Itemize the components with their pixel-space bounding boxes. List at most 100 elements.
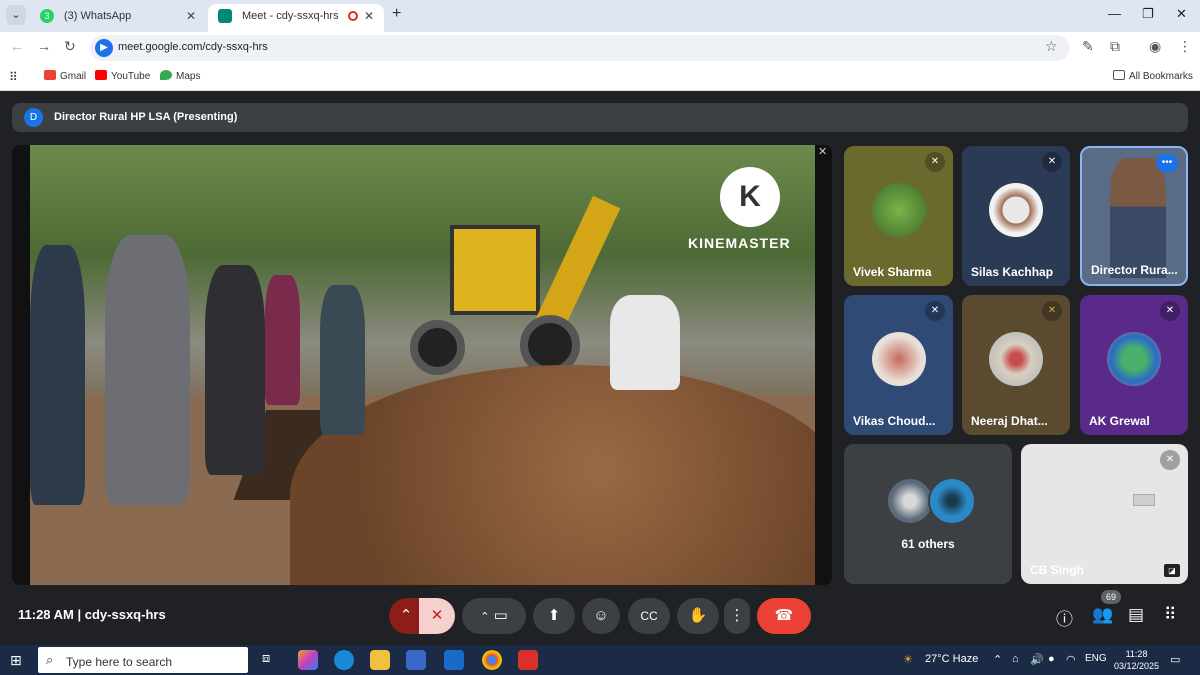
reload-icon[interactable]: ↻ (64, 38, 76, 55)
gmail-icon (44, 70, 56, 80)
browser-tab-bar: ⌄ 3 (3) WhatsApp ✕ Meet - cdy-ssxq-hrs ✕… (0, 0, 1200, 32)
taskbar-clock[interactable]: 11:28 03/12/2025 (1114, 648, 1159, 672)
new-tab-button[interactable]: + (392, 5, 401, 23)
mic-off-icon: ✕ (1042, 301, 1062, 321)
participant-video (1110, 158, 1166, 278)
worker-figure (320, 285, 365, 435)
participant-tile[interactable]: ✕ Neeraj Dhat... (962, 295, 1070, 435)
bookmark-label: All Bookmarks (1129, 71, 1193, 82)
youtube-icon (95, 70, 107, 80)
participant-tile[interactable]: ✕ Silas Kachhap (962, 146, 1070, 286)
presentation-stage[interactable]: K KINEMASTER ✕ (12, 145, 832, 585)
chrome-icon[interactable] (482, 650, 502, 670)
taskbar-time: 11:28 (1125, 649, 1148, 659)
edge-icon[interactable] (334, 650, 354, 670)
notification-icon[interactable]: ▭ (1170, 653, 1180, 666)
excavator-wheel (410, 320, 465, 375)
bookmark-gmail[interactable]: Gmail (44, 70, 86, 82)
bookmarks-bar: ⠿ Gmail YouTube Maps All Bookmarks (0, 64, 1200, 91)
camera-button[interactable]: ⌃ ▭ (462, 598, 526, 634)
tray-chevron-icon[interactable]: ⌃ (993, 653, 1002, 666)
activities-icon[interactable]: ⠿ (1164, 605, 1176, 625)
chevron-up-icon: ⌃ (480, 611, 490, 623)
participant-avatar (1107, 332, 1161, 387)
file-explorer-icon[interactable] (370, 650, 390, 670)
participant-name: AK Grewal (1089, 414, 1150, 428)
clock-time: 11:28 AM (18, 607, 74, 622)
minimize-icon[interactable]: — (1108, 6, 1121, 21)
participant-tile[interactable]: ✕ Vikas Choud... (844, 295, 953, 435)
back-icon[interactable]: ← (10, 38, 24, 54)
outlook-icon[interactable] (444, 650, 464, 670)
recording-icon (348, 11, 358, 21)
edit-icon[interactable]: ✎ (1082, 38, 1094, 55)
reactions-button[interactable]: ☺ (582, 598, 620, 634)
profile-icon[interactable]: ◉ (1149, 38, 1161, 55)
menu-icon[interactable]: ⋮ (1178, 38, 1192, 55)
network-icon[interactable]: ⌂ (1012, 653, 1019, 665)
volume-icon[interactable]: 🔊 (1030, 653, 1044, 666)
participant-tile[interactable]: ✕ CB Singh ◪ (1021, 444, 1188, 584)
wifi-icon[interactable]: ◠ (1066, 653, 1076, 666)
tab-meet[interactable]: Meet - cdy-ssxq-hrs ✕ (208, 4, 384, 32)
people-icon[interactable]: 👥 (1092, 605, 1113, 625)
folder-icon (1113, 70, 1125, 80)
worker-figure (205, 265, 265, 475)
bookmark-youtube[interactable]: YouTube (95, 70, 150, 82)
close-window-icon[interactable]: ✕ (1176, 6, 1187, 22)
participant-tile-active[interactable]: ••• Director Rura... (1080, 146, 1188, 286)
participant-avatar (989, 183, 1043, 238)
weather-icon: ☀ (903, 654, 913, 666)
close-tab-icon[interactable]: ✕ (364, 4, 374, 28)
participant-tile[interactable]: ✕ AK Grewal (1080, 295, 1188, 435)
mic-off-icon: ✕ (925, 152, 945, 172)
raise-hand-button[interactable]: ✋ (677, 598, 719, 634)
url-text: meet.google.com/cdy-ssxq-hrs (118, 41, 268, 53)
weather-text: 27°C Haze (925, 653, 979, 665)
chat-icon[interactable]: ▤ (1128, 605, 1144, 625)
meet-icon (218, 9, 232, 23)
store-icon[interactable] (406, 650, 426, 670)
meeting-info-icon[interactable]: ⓘ (1056, 605, 1073, 630)
participant-tile[interactable]: ✕ Vivek Sharma (844, 146, 953, 286)
excavator (390, 185, 621, 385)
maps-icon (160, 70, 172, 80)
browser-toolbar: ← → ↻ ▶ meet.google.com/cdy-ssxq-hrs ☆ ✎… (0, 32, 1200, 64)
mic-off-icon: ✕ (1160, 450, 1180, 470)
taskbar-search[interactable]: ⌕ Type here to search (38, 647, 248, 673)
captions-button[interactable]: CC (628, 598, 670, 634)
windows-start-icon[interactable]: ⊞ (10, 652, 22, 669)
task-view-icon[interactable]: ⧈ (262, 650, 282, 670)
present-button[interactable]: ⬆ (533, 598, 575, 634)
kinemaster-logo: K (720, 167, 780, 227)
mic-off-button[interactable]: ✕ (419, 598, 455, 634)
participant-avatar (871, 183, 926, 238)
close-tab-icon[interactable]: ✕ (186, 4, 196, 28)
close-presentation-icon[interactable]: ✕ (818, 145, 827, 158)
acrobat-icon[interactable] (518, 650, 538, 670)
apps-grid-icon[interactable]: ⠿ (9, 70, 18, 84)
copilot-icon[interactable] (298, 650, 318, 670)
more-options-button[interactable]: ⋮ (724, 598, 750, 634)
more-options-icon[interactable]: ••• (1156, 154, 1178, 172)
audio-options-button[interactable]: ⌃ (389, 598, 423, 634)
pip-icon[interactable]: ◪ (1164, 564, 1180, 577)
bookmark-star-icon[interactable]: ☆ (1045, 38, 1058, 55)
others-count: 61 others (901, 537, 955, 551)
language-indicator[interactable]: ENG (1085, 653, 1107, 664)
others-tile[interactable]: 61 others (844, 444, 1012, 584)
forward-icon[interactable]: → (37, 38, 51, 54)
site-info-icon[interactable]: ▶ (95, 39, 113, 57)
whatsapp-icon: 3 (40, 9, 54, 23)
restore-icon[interactable]: ❐ (1142, 6, 1154, 22)
tab-whatsapp[interactable]: 3 (3) WhatsApp ✕ (30, 4, 206, 32)
worker-figure (265, 275, 300, 405)
address-bar[interactable]: ▶ meet.google.com/cdy-ssxq-hrs (90, 35, 1070, 61)
tab-search-button[interactable]: ⌄ (6, 5, 26, 25)
camera-icon: ▭ (493, 607, 508, 624)
extensions-icon[interactable]: ⧉ (1110, 38, 1120, 55)
bookmark-maps[interactable]: Maps (160, 70, 200, 82)
leave-call-button[interactable]: ☎ (757, 598, 811, 634)
all-bookmarks[interactable]: All Bookmarks (1113, 70, 1193, 82)
participant-avatar (871, 332, 926, 387)
